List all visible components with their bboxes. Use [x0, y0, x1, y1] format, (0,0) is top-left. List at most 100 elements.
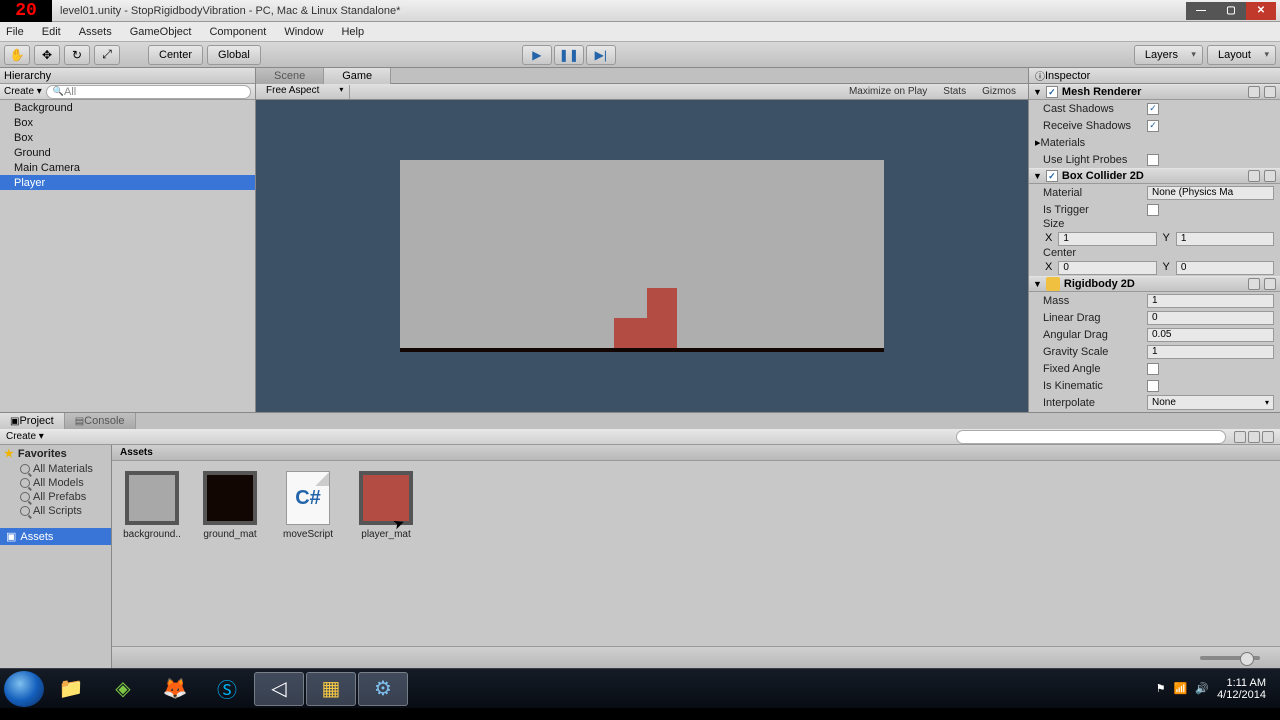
maximize-on-play-toggle[interactable]: Maximize on Play: [841, 86, 935, 97]
firefox-taskbar-icon[interactable]: 🦊: [150, 672, 200, 706]
filter-icon[interactable]: [1248, 431, 1260, 443]
menu-file[interactable]: File: [6, 26, 24, 38]
asset-item[interactable]: C#moveScript: [278, 471, 338, 540]
is-trigger-checkbox[interactable]: [1147, 204, 1159, 216]
project-search-input[interactable]: [956, 430, 1226, 444]
mass-field[interactable]: 1: [1147, 294, 1274, 308]
gear-icon[interactable]: [1264, 86, 1276, 98]
gizmos-toggle[interactable]: Gizmos: [974, 86, 1024, 97]
app-taskbar-icon[interactable]: ⚙: [358, 672, 408, 706]
tray-network-icon[interactable]: 📶: [1174, 682, 1188, 695]
play-button[interactable]: ▶: [522, 45, 552, 65]
fixed-angle-checkbox[interactable]: [1147, 363, 1159, 375]
favorites-section[interactable]: ★Favorites: [0, 445, 111, 462]
unity-taskbar-icon[interactable]: ◁: [254, 672, 304, 706]
script-thumb: C#: [286, 471, 330, 525]
tray-flag-icon[interactable]: ⚑: [1156, 682, 1166, 695]
menu-assets[interactable]: Assets: [79, 26, 112, 38]
pivot-global-toggle[interactable]: Global: [207, 45, 261, 65]
hierarchy-item[interactable]: Background: [0, 100, 255, 115]
hand-tool-button[interactable]: ✋: [4, 45, 30, 65]
save-filter-icon[interactable]: [1262, 431, 1274, 443]
cast-shadows-checkbox[interactable]: ✓: [1147, 103, 1159, 115]
console-tab[interactable]: ▤ Console: [65, 413, 136, 429]
window-titlebar[interactable]: 20 level01.unity - StopRigidbodyVibratio…: [0, 0, 1280, 22]
rigidbody-header[interactable]: ▼ Rigidbody 2D: [1029, 276, 1280, 292]
vs-taskbar-icon[interactable]: ◈: [98, 672, 148, 706]
help-icon[interactable]: [1248, 170, 1260, 182]
step-button[interactable]: ▶|: [586, 45, 616, 65]
skype-taskbar-icon[interactable]: Ⓢ: [202, 672, 252, 706]
box-collider-header[interactable]: ▼✓ Box Collider 2D: [1029, 168, 1280, 184]
hierarchy-item[interactable]: Main Camera: [0, 160, 255, 175]
aspect-dropdown[interactable]: Free Aspect: [260, 85, 350, 99]
scene-tab[interactable]: Scene: [256, 68, 324, 84]
asset-item[interactable]: background..: [122, 471, 182, 540]
favorite-item[interactable]: All Materials: [0, 462, 111, 476]
game-view[interactable]: [256, 100, 1028, 412]
center-x-field[interactable]: 0: [1058, 261, 1156, 275]
thumbnail-size-slider[interactable]: [1200, 656, 1260, 660]
hierarchy-item[interactable]: Box: [0, 130, 255, 145]
stats-toggle[interactable]: Stats: [935, 86, 974, 97]
light-probes-checkbox[interactable]: [1147, 154, 1159, 166]
mesh-renderer-header[interactable]: ▼✓ Mesh Renderer: [1029, 84, 1280, 100]
angular-drag-field[interactable]: 0.05: [1147, 328, 1274, 342]
scale-tool-button[interactable]: ⤢: [94, 45, 120, 65]
menu-component[interactable]: Component: [209, 26, 266, 38]
inspector-tab[interactable]: ⓘ Inspector: [1029, 68, 1280, 84]
system-tray[interactable]: ⚑ 📶 🔊 1:11 AM 4/12/2014: [1156, 677, 1276, 701]
filter-icon[interactable]: [1234, 431, 1246, 443]
window-minimize-button[interactable]: —: [1186, 2, 1216, 20]
linear-drag-field[interactable]: 0: [1147, 311, 1274, 325]
gear-icon[interactable]: [1264, 278, 1276, 290]
project-tab[interactable]: ▣ Project: [0, 413, 65, 429]
tray-volume-icon[interactable]: 🔊: [1195, 682, 1209, 695]
game-tab[interactable]: Game: [324, 68, 391, 84]
interpolate-dropdown[interactable]: None: [1147, 395, 1274, 410]
is-kinematic-checkbox[interactable]: [1147, 380, 1159, 392]
project-create-button[interactable]: Create ▾: [6, 431, 44, 442]
pivot-center-toggle[interactable]: Center: [148, 45, 203, 65]
rotate-tool-button[interactable]: ↻: [64, 45, 90, 65]
material-field[interactable]: None (Physics Ma: [1147, 186, 1274, 200]
asset-item[interactable]: player_mat: [356, 471, 416, 540]
taskbar[interactable]: 📁 ◈ 🦊 Ⓢ ◁ ▦ ⚙ ⚑ 📶 🔊 1:11 AM 4/12/2014: [0, 668, 1280, 708]
hierarchy-create-button[interactable]: Create ▾: [4, 86, 42, 97]
tray-clock[interactable]: 1:11 AM 4/12/2014: [1217, 677, 1266, 701]
menu-help[interactable]: Help: [341, 26, 364, 38]
center-y-field[interactable]: 0: [1176, 261, 1274, 275]
start-button[interactable]: [4, 671, 44, 707]
layers-dropdown[interactable]: Layers: [1134, 45, 1203, 65]
checkbox-icon[interactable]: ✓: [1046, 170, 1058, 182]
menu-gameobject[interactable]: GameObject: [130, 26, 192, 38]
assets-folder[interactable]: ▣ Assets: [0, 528, 111, 545]
app-taskbar-icon[interactable]: ▦: [306, 672, 356, 706]
hierarchy-item[interactable]: Ground: [0, 145, 255, 160]
checkbox-icon[interactable]: ✓: [1046, 86, 1058, 98]
layout-dropdown[interactable]: Layout: [1207, 45, 1276, 65]
asset-item[interactable]: ground_mat: [200, 471, 260, 540]
move-tool-button[interactable]: ✥: [34, 45, 60, 65]
help-icon[interactable]: [1248, 278, 1260, 290]
gear-icon[interactable]: [1264, 170, 1276, 182]
search-icon: [20, 464, 30, 474]
hierarchy-tab[interactable]: Hierarchy: [0, 68, 255, 84]
explorer-taskbar-icon[interactable]: 📁: [46, 672, 96, 706]
window-close-button[interactable]: ✕: [1246, 2, 1276, 20]
size-y-field[interactable]: 1: [1176, 232, 1274, 246]
pause-button[interactable]: ❚❚: [554, 45, 584, 65]
window-maximize-button[interactable]: ▢: [1216, 2, 1246, 20]
gravity-scale-field[interactable]: 1: [1147, 345, 1274, 359]
size-x-field[interactable]: 1: [1058, 232, 1156, 246]
menu-edit[interactable]: Edit: [42, 26, 61, 38]
help-icon[interactable]: [1248, 86, 1260, 98]
menu-window[interactable]: Window: [284, 26, 323, 38]
hierarchy-item-selected[interactable]: Player: [0, 175, 255, 190]
hierarchy-search-input[interactable]: 🔍 All: [46, 85, 251, 99]
favorite-item[interactable]: All Models: [0, 476, 111, 490]
receive-shadows-checkbox[interactable]: ✓: [1147, 120, 1159, 132]
favorite-item[interactable]: All Prefabs: [0, 490, 111, 504]
favorite-item[interactable]: All Scripts: [0, 504, 111, 518]
hierarchy-item[interactable]: Box: [0, 115, 255, 130]
